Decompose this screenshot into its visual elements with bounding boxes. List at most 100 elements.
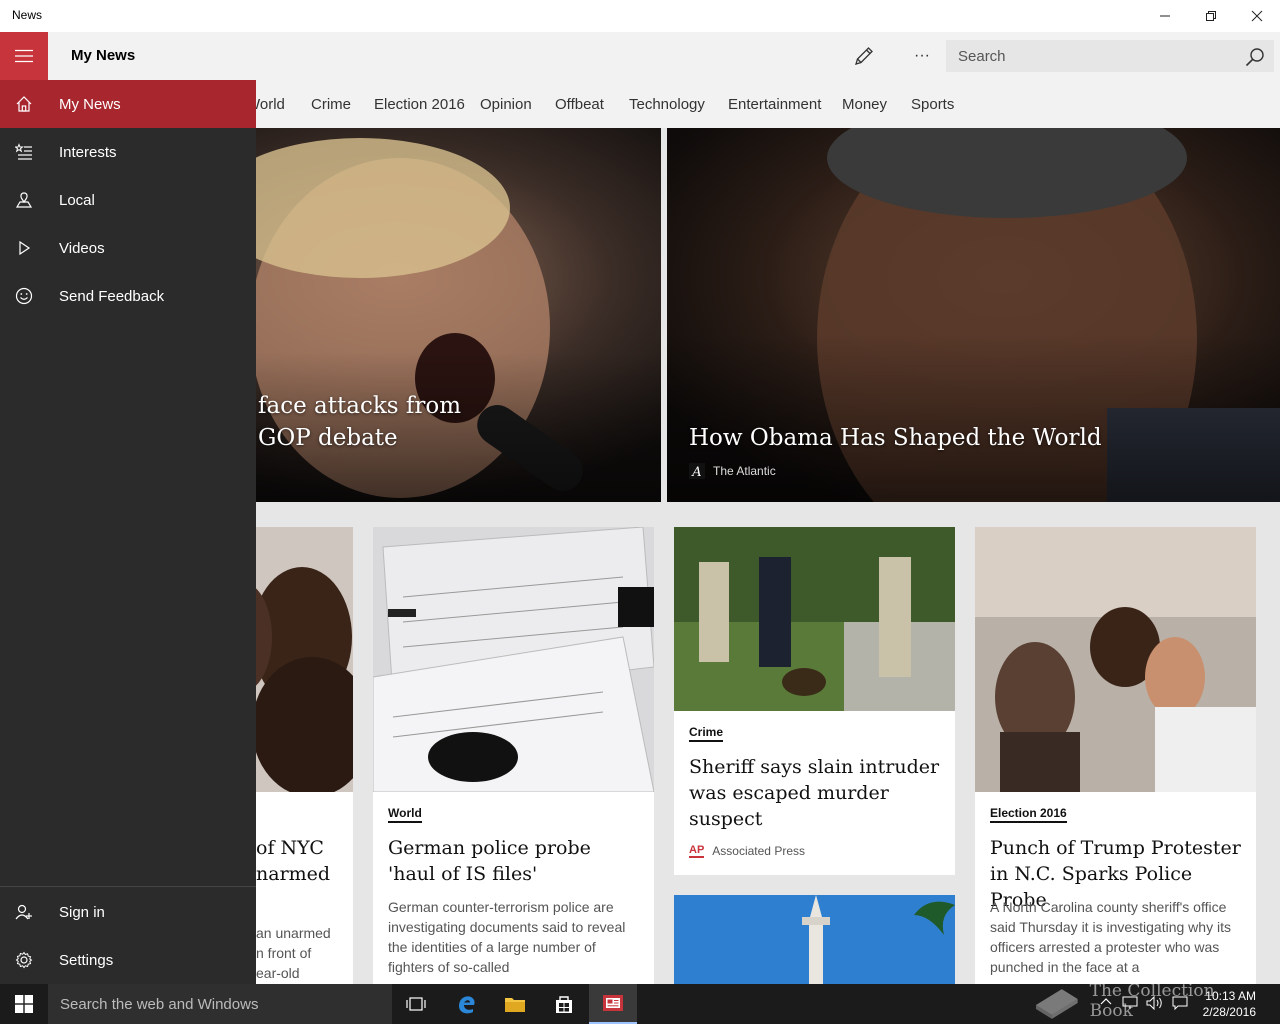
restore-icon [1206, 11, 1216, 21]
tab-crime[interactable]: Crime [311, 96, 351, 113]
taskbar: 10:13 AM 2/28/2016 [0, 984, 1280, 1024]
nav-item-send-feedback[interactable]: Send Feedback [0, 272, 256, 320]
card-headline-line2: narmed [256, 863, 331, 885]
close-button[interactable] [1234, 0, 1280, 32]
source-name: Associated Press [712, 844, 805, 858]
hero-article-obama[interactable]: How Obama Has Shaped the World A The Atl… [667, 128, 1280, 502]
windows-logo-icon [15, 995, 33, 1013]
card-summary: German counter-terrorism police are inve… [388, 899, 626, 975]
start-button[interactable] [0, 984, 48, 1024]
article-image [674, 895, 955, 984]
card-source: AP Associated Press [689, 844, 805, 858]
article-image [975, 527, 1256, 792]
taskbar-search-input[interactable] [48, 984, 392, 1024]
page-title: My News [71, 47, 136, 64]
search-button[interactable] [1243, 45, 1267, 69]
hero-source: A The Atlantic [689, 463, 776, 479]
ap-logo-icon: AP [689, 844, 705, 858]
network-icon[interactable] [1122, 996, 1138, 1010]
source-name: The Atlantic [713, 464, 776, 478]
category-label[interactable]: Crime [689, 725, 724, 742]
edge-browser-button[interactable] [443, 984, 491, 1024]
nav-item-label: My News [59, 95, 121, 113]
article-card-mosque[interactable] [674, 895, 955, 984]
edit-button[interactable] [846, 38, 882, 74]
clock-date: 2/28/2016 [1202, 1005, 1256, 1019]
card-summary-line3: ear-old [256, 965, 300, 981]
hero-headline-line1: face attacks from [258, 393, 462, 419]
hamburger-button[interactable] [0, 32, 48, 80]
interests-icon [0, 128, 48, 176]
nav-item-videos[interactable]: Videos [0, 224, 256, 272]
volume-icon[interactable] [1146, 996, 1164, 1010]
tab-sports[interactable]: Sports [911, 96, 954, 113]
store-button[interactable] [540, 984, 588, 1024]
nav-item-interests[interactable]: Interests [0, 128, 256, 176]
home-icon [0, 80, 48, 128]
nav-item-sign-in[interactable]: Sign in [0, 888, 256, 936]
hamburger-icon [15, 49, 33, 63]
pencil-icon [855, 47, 873, 65]
article-card-german-police[interactable]: World German police probe 'haul of IS fi… [373, 527, 654, 984]
nav-item-my-news[interactable]: My News [0, 80, 256, 128]
hero-headline: How Obama Has Shaped the World [689, 425, 1102, 451]
minimize-icon [1160, 15, 1170, 17]
tab-entertainment[interactable]: Entertainment [728, 96, 821, 113]
chevron-up-icon[interactable] [1100, 996, 1112, 1008]
nav-item-label: Local [59, 191, 95, 209]
category-tabs: World Crime Election 2016 Opinion Offbea… [246, 80, 1280, 128]
card-summary-line2: n front of [256, 945, 312, 961]
play-icon [0, 224, 48, 272]
nav-item-label: Sign in [59, 903, 105, 921]
category-label[interactable]: Election 2016 [990, 806, 1067, 823]
nav-item-local[interactable]: Local [0, 176, 256, 224]
more-options-button[interactable]: ··· [904, 38, 940, 74]
window-title: News [12, 8, 43, 22]
task-view-icon [406, 997, 426, 1011]
nav-item-label: Interests [59, 143, 117, 161]
article-card-sheriff[interactable]: Crime Sheriff says slain intruder was es… [674, 527, 955, 875]
restore-button[interactable] [1188, 0, 1234, 32]
tab-offbeat[interactable]: Offbeat [555, 96, 604, 113]
smiley-icon [0, 272, 48, 320]
gear-icon [0, 936, 48, 984]
local-icon [0, 176, 48, 224]
tab-money[interactable]: Money [842, 96, 887, 113]
tab-election-2016[interactable]: Election 2016 [374, 96, 465, 113]
tab-technology[interactable]: Technology [629, 96, 705, 113]
the-atlantic-logo-icon: A [689, 463, 705, 479]
system-tray: 10:13 AM 2/28/2016 [1100, 984, 1280, 1024]
card-summary: A North Carolina county sheriff's office… [990, 899, 1231, 975]
nav-divider [0, 886, 256, 887]
news-icon [603, 995, 623, 1011]
minimize-button[interactable] [1142, 0, 1188, 32]
taskbar-search [48, 984, 392, 1024]
search-box [946, 40, 1274, 72]
article-image [674, 527, 955, 711]
article-image [373, 527, 654, 792]
clock[interactable]: 10:13 AM 2/28/2016 [1203, 988, 1256, 1020]
action-center-icon[interactable] [1172, 996, 1188, 1010]
article-card-trump-protester[interactable]: Election 2016 Punch of Trump Protester i… [975, 527, 1256, 984]
file-explorer-button[interactable] [491, 984, 539, 1024]
more-icon: ··· [914, 47, 930, 64]
title-bar: News [0, 0, 1280, 32]
card-summary-line1: an unarmed [256, 925, 331, 941]
search-icon [1245, 48, 1264, 67]
card-headline: Sheriff says slain intruder was escaped … [689, 756, 940, 830]
nav-item-settings[interactable]: Settings [0, 936, 256, 984]
news-app-taskbar-button[interactable] [589, 984, 637, 1024]
tab-opinion[interactable]: Opinion [480, 96, 532, 113]
news-app-window: News My News ··· Search World Crime Elec… [0, 0, 1280, 1024]
nav-item-label: Videos [59, 239, 105, 257]
edge-icon [459, 996, 475, 1014]
store-icon [556, 996, 572, 1013]
nav-item-label: Settings [59, 951, 114, 969]
svg-text:A: A [691, 465, 701, 479]
navigation-pane: My News Interests Local Videos Send Feed… [0, 80, 256, 984]
search-input[interactable] [947, 41, 1237, 71]
category-label[interactable]: World [388, 806, 422, 823]
card-headline: German police probe 'haul of IS files' [388, 837, 591, 885]
nav-item-label: Send Feedback [59, 287, 165, 305]
task-view-button[interactable] [392, 984, 440, 1024]
